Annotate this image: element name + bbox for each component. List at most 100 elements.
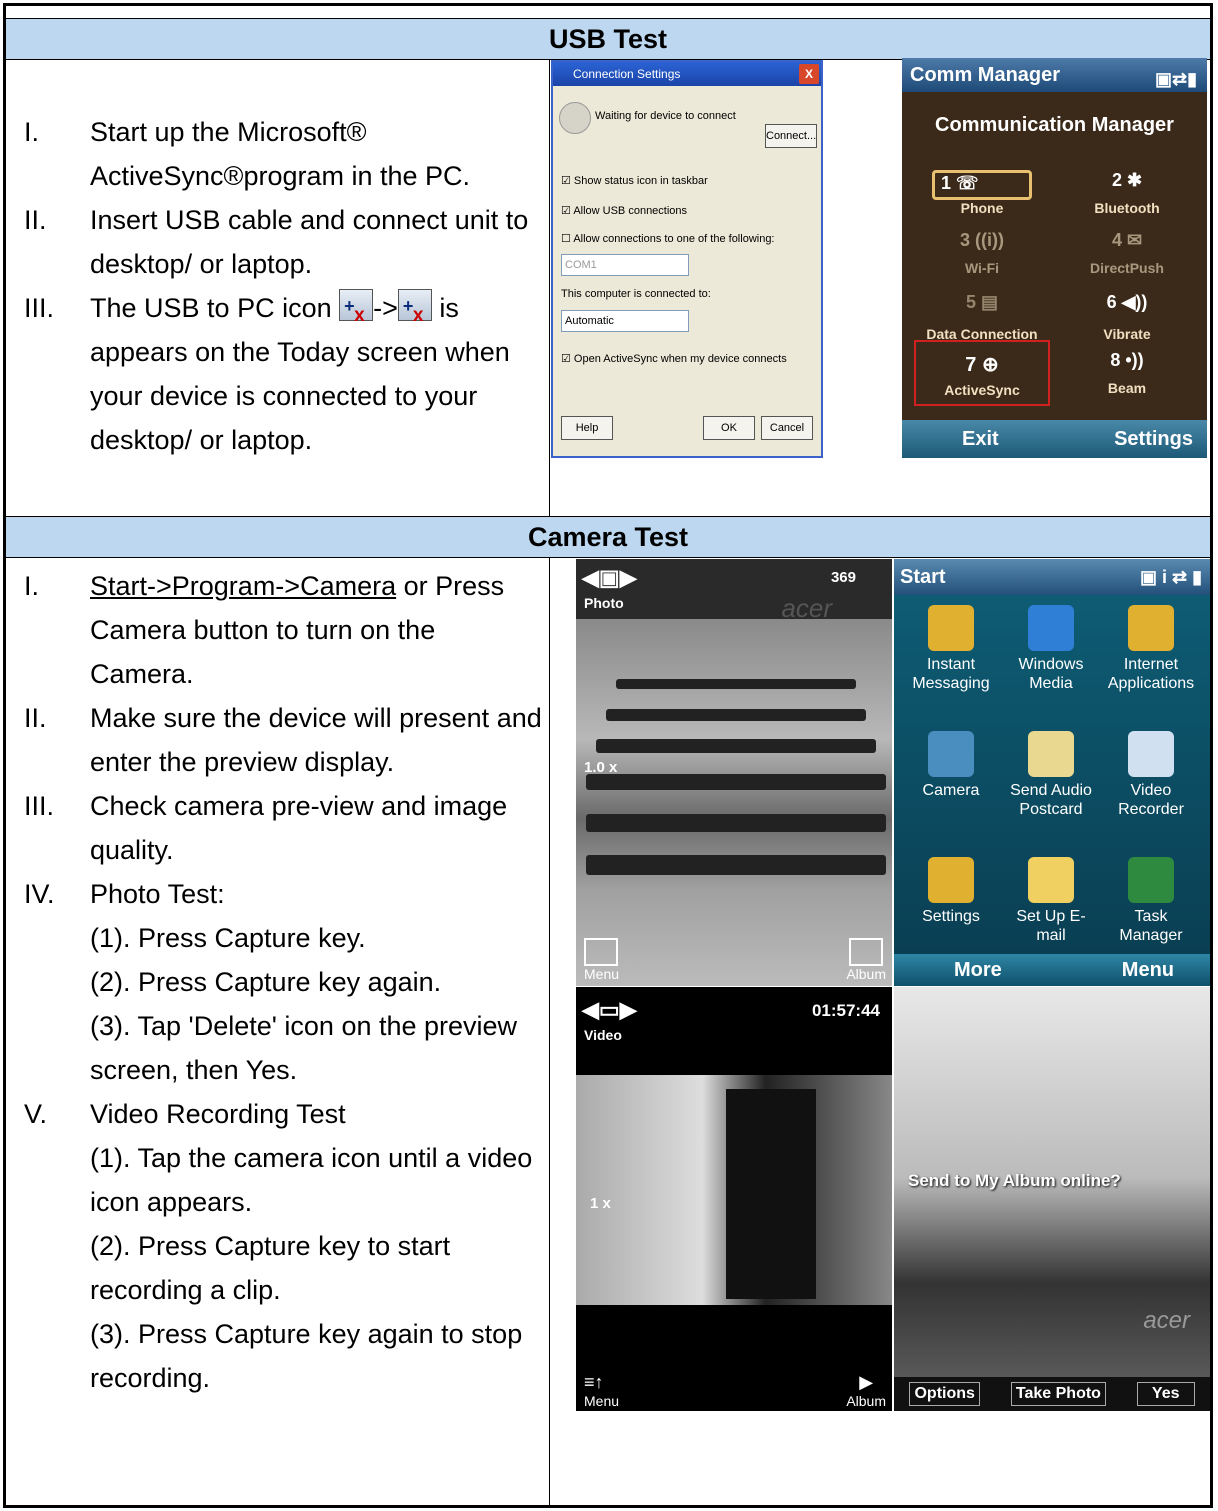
- video-mode-icon[interactable]: ◀▭▶: [582, 997, 637, 1023]
- connection-settings-dialog: Connection Settings X Waiting for device…: [551, 60, 823, 458]
- app-task-manager[interactable]: Task Manager: [1102, 857, 1200, 945]
- comm-item-vibrate[interactable]: 6 ◀)) Vibrate: [1057, 292, 1197, 342]
- waiting-text: Waiting for device to connect: [595, 110, 736, 122]
- app-label: Settings: [922, 908, 980, 925]
- comm-item-activesync[interactable]: 7 ⊕ ActiveSync: [914, 340, 1050, 406]
- video-menu-softkey[interactable]: ≡↑ Menu: [584, 1372, 619, 1409]
- close-icon[interactable]: X: [799, 64, 819, 84]
- camera-mode-icon[interactable]: ◀▣▶: [582, 565, 637, 591]
- settings-softkey[interactable]: Settings: [1114, 420, 1193, 458]
- column-divider-2: [549, 557, 550, 1505]
- video-album-softkey[interactable]: ▶ Album: [846, 1372, 886, 1409]
- camera-step-4: IV. Photo Test: (1). Press Capture key. …: [24, 879, 518, 1085]
- camera-step-2: II. Make sure the device will present an…: [24, 703, 542, 777]
- help-button[interactable]: Help: [561, 416, 613, 440]
- more-softkey[interactable]: More: [954, 954, 1002, 986]
- comm-item-bluetooth[interactable]: 2 ✱ Bluetooth: [1057, 170, 1197, 216]
- yes-button[interactable]: Yes: [1136, 1382, 1195, 1406]
- menu-softkey[interactable]: Menu: [584, 938, 619, 982]
- sync-icon: [559, 102, 591, 134]
- album-button-bar: Options Take Photo Yes: [894, 1377, 1210, 1411]
- start-softkey-bar: More Menu: [894, 954, 1210, 986]
- app-video-recorder[interactable]: Video Recorder: [1102, 731, 1200, 819]
- video-viewfinder: [576, 1075, 892, 1305]
- laptop-brand-text-2: acer: [1143, 1307, 1190, 1334]
- comm-softkey-bar: Exit Settings: [902, 420, 1207, 458]
- camera-steps: I. Start->Program->Camera or Press Camer…: [24, 564, 545, 1400]
- camera-step-3: III. Check camera pre-view and image qua…: [24, 791, 508, 865]
- app-label: Video Recorder: [1118, 782, 1184, 818]
- album-icon: [849, 938, 884, 966]
- comm-item-directpush[interactable]: 4 ✉ DirectPush: [1057, 230, 1197, 276]
- usb-step-3: III. The USB to PC icon -> is appears on…: [24, 284, 545, 462]
- connected-to-select[interactable]: Automatic: [561, 310, 689, 332]
- comm-manager-title-bar: Comm Manager ▣⇄▮: [902, 58, 1207, 92]
- app-settings[interactable]: Settings: [902, 857, 1000, 926]
- menu-icon: [584, 938, 618, 966]
- app-label: Camera: [922, 782, 980, 799]
- album-softkey[interactable]: Album: [846, 938, 886, 982]
- camera-test-header: Camera Test: [6, 516, 1210, 558]
- usb-step-2: II. Insert USB cable and connect unit to…: [24, 205, 529, 279]
- start-title-bar: Start ▣ i ⇄ ▮: [894, 559, 1210, 595]
- camera-step-5: V. Video Recording Test (1). Tap the cam…: [24, 1099, 533, 1393]
- video-recorder-icon: [1128, 731, 1174, 777]
- signal-icon: ▣⇄▮: [1155, 69, 1197, 89]
- app-label: Internet Applications: [1107, 656, 1195, 692]
- connect-button[interactable]: Connect...: [765, 124, 817, 148]
- laptop-brand-text: acer: [781, 593, 832, 623]
- postcard-icon: [1028, 731, 1074, 777]
- comm-manager-screen: Comm Manager ▣⇄▮ Communication Manager 1…: [902, 58, 1207, 458]
- album-prompt-text: Send to My Album online?: [908, 1171, 1121, 1190]
- app-media[interactable]: Windows Media: [1002, 605, 1100, 693]
- shots-remaining: 369: [830, 569, 856, 586]
- comm-item-phone[interactable]: 1 ☏ Phone: [912, 170, 1052, 216]
- usb-steps: I. Start up the Microsoft® ActiveSync®pr…: [24, 110, 545, 462]
- exit-softkey[interactable]: Exit: [962, 420, 999, 458]
- ok-button[interactable]: OK: [703, 416, 755, 440]
- task-manager-icon: [1128, 857, 1174, 903]
- camera-step-1: I. Start->Program->Camera or Press Camer…: [24, 571, 505, 689]
- com-port-select[interactable]: COM1: [561, 254, 689, 276]
- app-label: Windows Media: [1018, 656, 1084, 692]
- comm-item-wifi[interactable]: 3 ((i)) Wi-Fi: [912, 230, 1052, 276]
- recording-time: 01:57:44: [811, 1001, 880, 1020]
- media-icon: [1028, 605, 1074, 651]
- usb-connected-icon: [397, 284, 432, 338]
- usb-disconnected-icon: [339, 284, 374, 338]
- camera-icon: [928, 731, 974, 777]
- connected-to-label: This computer is connected to:: [561, 288, 711, 300]
- mode-label: Photo: [584, 595, 624, 611]
- start-menu-softkey[interactable]: Menu: [1122, 954, 1174, 986]
- email-icon: [1028, 857, 1074, 903]
- app-label: Task Manager: [1119, 908, 1183, 944]
- option-allow-usb[interactable]: ☑ Allow USB connections: [561, 204, 687, 217]
- app-camera[interactable]: Camera: [902, 731, 1000, 800]
- app-postcard[interactable]: Send Audio Postcard: [1002, 731, 1100, 819]
- play-icon: ▶: [859, 1372, 874, 1392]
- option-open-activesync[interactable]: ☑ Open ActiveSync when my device connect…: [561, 352, 787, 365]
- program-path-link[interactable]: Start->Program->Camera: [90, 571, 396, 601]
- options-button[interactable]: Options: [909, 1382, 980, 1406]
- app-globe[interactable]: Internet Applications: [1102, 605, 1200, 693]
- cancel-button[interactable]: Cancel: [761, 416, 813, 440]
- video-zoom-level: 1 x: [590, 1195, 611, 1212]
- usb-step-1: I. Start up the Microsoft® ActiveSync®pr…: [24, 117, 471, 191]
- take-photo-button[interactable]: Take Photo: [1010, 1382, 1106, 1406]
- usb-test-header: USB Test: [6, 18, 1210, 60]
- app-label: Send Audio Postcard: [1010, 782, 1092, 818]
- zoom-level: 1.0 x: [584, 759, 618, 776]
- dialog-title-bar: Connection Settings X: [553, 62, 821, 86]
- app-email[interactable]: Set Up E-mail: [1002, 857, 1100, 945]
- option-allow-com[interactable]: ☐ Allow connections to one of the follow…: [561, 232, 775, 245]
- app-label: Set Up E-mail: [1016, 908, 1086, 944]
- option-status-icon[interactable]: ☑ Show status icon in taskbar: [561, 174, 708, 187]
- column-divider: [549, 59, 550, 524]
- video-mode-label: Video: [584, 1027, 622, 1043]
- video-preview-screen: ◀▭▶ Video 01:57:44 1 x ≡↑ Menu ▶ Album: [576, 987, 892, 1411]
- app-messaging[interactable]: Instant Messaging: [902, 605, 1000, 693]
- comm-item-beam[interactable]: 8 •)) Beam: [1057, 350, 1197, 396]
- globe-icon: [1128, 605, 1174, 651]
- comm-item-data-connection[interactable]: 5 ▤ Data Connection: [912, 292, 1052, 342]
- photo-preview-screen: ◀▣▶ Photo 369 acer 1.0 x Menu Album: [576, 559, 892, 986]
